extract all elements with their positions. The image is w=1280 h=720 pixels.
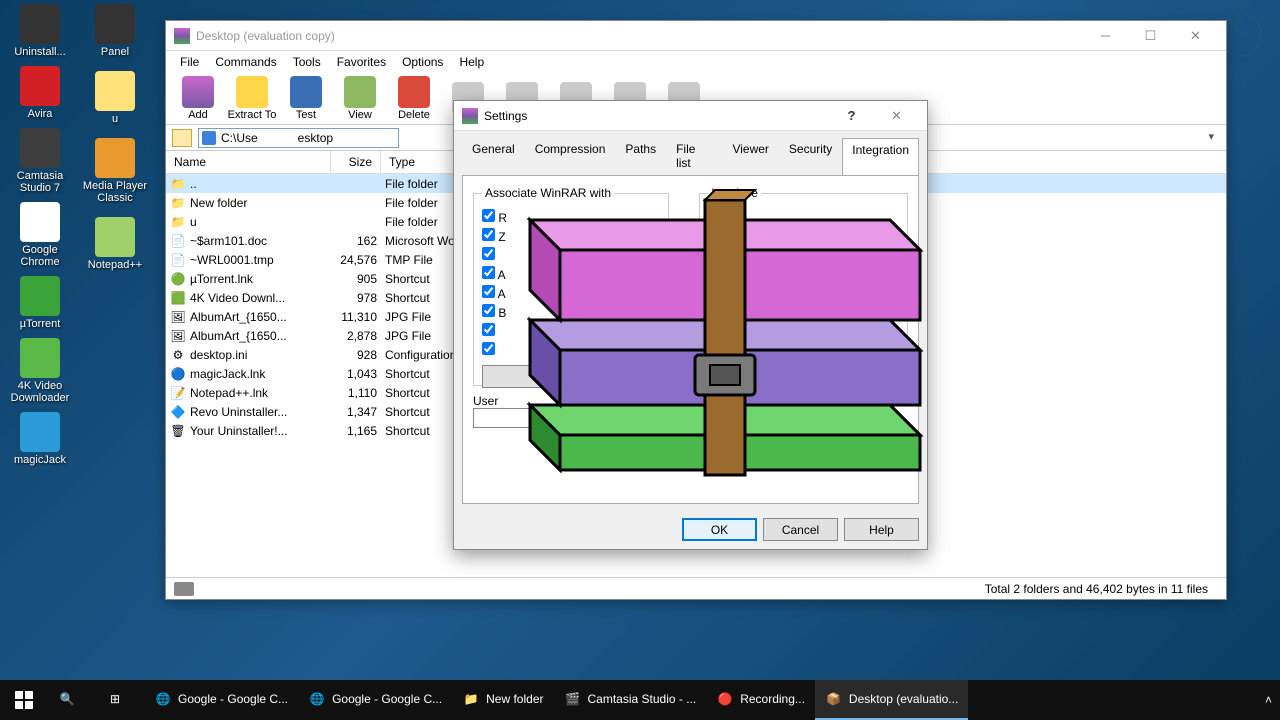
statusbar: Total 2 folders and 46,402 bytes in 11 f… [166,577,1226,599]
desktop-icon[interactable]: Uninstall... [5,0,75,62]
desktop-icon[interactable]: Camtasia Studio 7 [5,124,75,198]
menubar: FileCommandsToolsFavoritesOptionsHelp [166,51,1226,73]
desktop-icon[interactable]: Avira [5,62,75,124]
status-text: Total 2 folders and 46,402 bytes in 11 f… [975,582,1218,596]
taskbar-app[interactable]: 🎬Camtasia Studio - ... [553,680,706,720]
ok-button[interactable]: OK [682,518,757,541]
winrar-logo-overlay [500,160,940,480]
start-button[interactable] [0,680,48,720]
desktop-icon[interactable]: µTorrent [5,272,75,334]
search-icon[interactable]: 🔍 [48,680,96,720]
toolbar-test[interactable]: Test [280,76,332,121]
help-button[interactable]: Help [844,518,919,541]
toolbar-delete[interactable]: Delete [388,76,440,121]
toolbar-add[interactable]: Add [172,76,224,121]
maximize-button[interactable]: ☐ [1128,22,1173,50]
desktop-icon[interactable]: magicJack [5,408,75,470]
winrar-icon [462,108,478,124]
settings-titlebar[interactable]: Settings ? ✕ [454,101,927,131]
settings-title: Settings [484,109,829,123]
close-button[interactable]: ✕ [874,102,919,130]
close-button[interactable]: ✕ [1173,22,1218,50]
desktop-icon[interactable]: Google Chrome [5,198,75,272]
winrar-icon [174,28,190,44]
taskbar-app[interactable]: 🔴Recording... [706,680,815,720]
toolbar-extract-to[interactable]: Extract To [226,76,278,121]
menu-favorites[interactable]: Favorites [329,53,394,71]
system-tray[interactable]: ˄ [1257,693,1280,707]
titlebar[interactable]: Desktop (evaluation copy) ─ ☐ ✕ [166,21,1226,51]
window-title: Desktop (evaluation copy) [196,29,1083,43]
desktop-icon[interactable]: Notepad++ [80,213,150,275]
col-name[interactable]: Name [166,151,331,173]
task-view-icon[interactable]: ⊞ [96,680,144,720]
taskbar-pinned: 🔍 ⊞ [48,680,144,720]
menu-tools[interactable]: Tools [285,53,329,71]
help-button[interactable]: ? [829,102,874,130]
menu-options[interactable]: Options [394,53,451,71]
desktop-icon[interactable]: Media Player Classic [80,134,150,208]
toolbar-view[interactable]: View [334,76,386,121]
minimize-button[interactable]: ─ [1083,22,1128,50]
taskbar-app[interactable]: 📦Desktop (evaluatio... [815,680,968,720]
user-label: User [473,394,498,408]
menu-file[interactable]: File [172,53,207,71]
dialog-buttons: OK Cancel Help [454,510,927,549]
tray-chevron-icon[interactable]: ˄ [1265,693,1272,707]
taskbar: 🔍 ⊞ 🌐Google - Google C...🌐Google - Googl… [0,680,1280,720]
lock-icon [174,582,194,596]
address-input[interactable] [198,128,399,148]
desktop-icons: Uninstall...AviraCamtasia Studio 7Google… [5,0,75,470]
taskbar-app[interactable]: 🌐Google - Google C... [298,680,452,720]
taskbar-app[interactable]: 🌐Google - Google C... [144,680,298,720]
col-size[interactable]: Size [331,151,381,173]
desktop-icon[interactable]: 4K Video Downloader [5,334,75,408]
cancel-button[interactable]: Cancel [763,518,838,541]
desktop-icon[interactable]: u [80,67,150,129]
taskbar-app[interactable]: 📁New folder [452,680,553,720]
up-folder-button[interactable] [172,129,192,147]
menu-commands[interactable]: Commands [207,53,284,71]
desktop-icon[interactable]: Panel [80,0,150,62]
menu-help[interactable]: Help [451,53,492,71]
